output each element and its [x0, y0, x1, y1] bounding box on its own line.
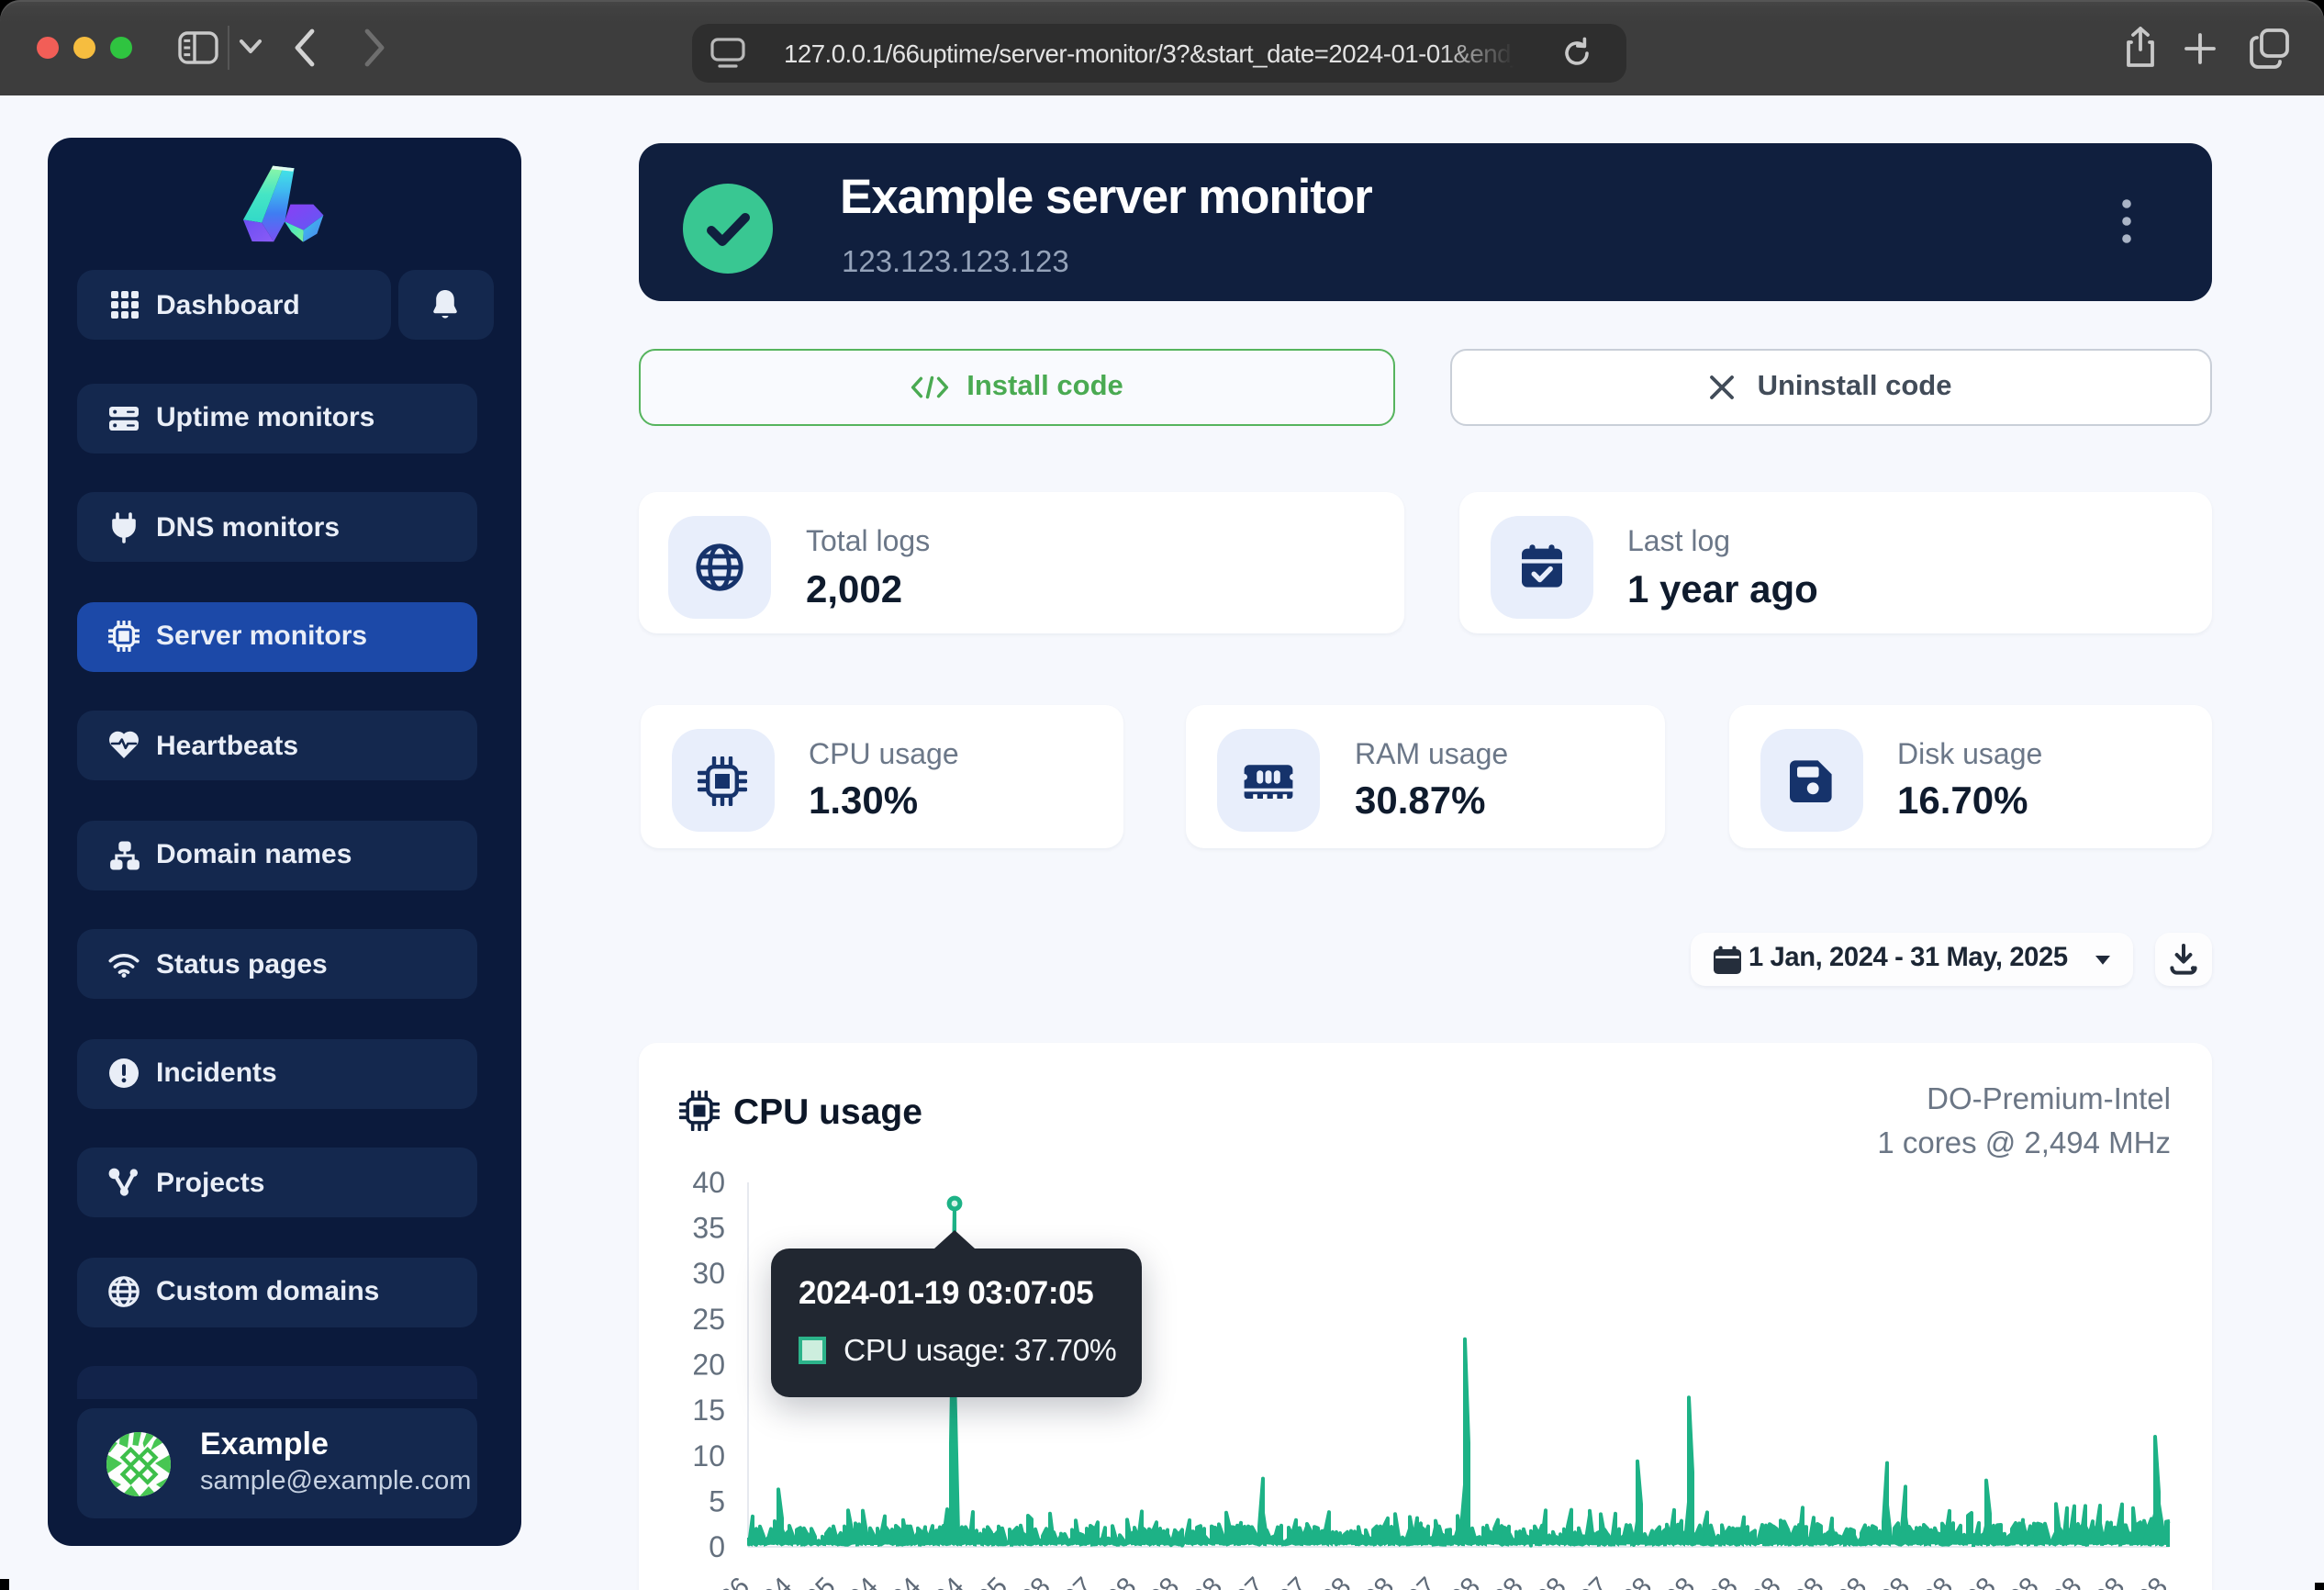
svg-text:40: 40 [692, 1166, 725, 1199]
svg-text:30: 30 [692, 1257, 725, 1290]
svg-text:-08: -08 [1480, 1572, 1528, 1590]
svg-text:-05: -05 [793, 1572, 841, 1590]
svg-text:-08: -08 [1953, 1572, 2001, 1590]
svg-text:-08: -08 [1008, 1572, 1056, 1590]
svg-text:-08: -08 [1653, 1572, 1701, 1590]
svg-text:-07: -07 [1395, 1572, 1443, 1590]
svg-text:35: 35 [692, 1212, 725, 1245]
svg-text:-08: -08 [1352, 1572, 1400, 1590]
svg-text:15: 15 [692, 1394, 725, 1427]
svg-text:-07: -07 [1051, 1572, 1099, 1590]
svg-text:0: 0 [709, 1530, 725, 1563]
svg-text:-04: -04 [836, 1572, 884, 1590]
svg-text:5: 5 [709, 1484, 725, 1517]
svg-text:25: 25 [692, 1303, 725, 1336]
svg-text:-04: -04 [922, 1572, 970, 1590]
svg-text:-07: -07 [1266, 1572, 1313, 1590]
svg-text:-08: -08 [1738, 1572, 1786, 1590]
svg-text:-08: -08 [1180, 1572, 1228, 1590]
svg-text:10: 10 [692, 1439, 725, 1472]
svg-text:-08: -08 [1695, 1572, 1743, 1590]
svg-text:-08: -08 [1782, 1572, 1829, 1590]
svg-text:-08: -08 [1996, 1572, 2044, 1590]
svg-text:-08: -08 [1524, 1572, 1571, 1590]
svg-text:-04: -04 [879, 1572, 927, 1590]
svg-text:20: 20 [692, 1349, 725, 1382]
svg-text:-08: -08 [1309, 1572, 1357, 1590]
svg-text:-08: -08 [1137, 1572, 1185, 1590]
svg-text:-08: -08 [1825, 1572, 1872, 1590]
svg-text:-08: -08 [2126, 1572, 2173, 1590]
svg-text:-08: -08 [2039, 1572, 2087, 1590]
svg-text:-07: -07 [1223, 1572, 1270, 1590]
svg-text:-08: -08 [1438, 1572, 1486, 1590]
svg-text:-08: -08 [1868, 1572, 1916, 1590]
svg-text:-08: -08 [1610, 1572, 1658, 1590]
svg-text:-08: -08 [1911, 1572, 1959, 1590]
svg-text:-07: -07 [1567, 1572, 1615, 1590]
svg-text:-08: -08 [2083, 1572, 2130, 1590]
svg-text:-26: -26 [708, 1572, 755, 1590]
svg-text:-08: -08 [1094, 1572, 1142, 1590]
svg-text:-05: -05 [966, 1572, 1013, 1590]
svg-text:-04: -04 [750, 1572, 798, 1590]
